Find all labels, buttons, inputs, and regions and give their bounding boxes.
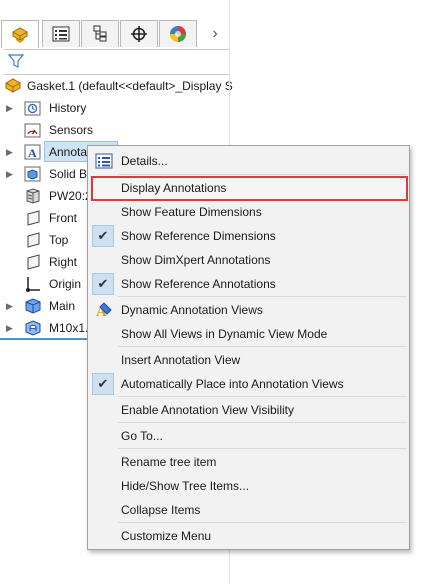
tree-item-label: Origin — [49, 277, 82, 291]
property-manager-tab-icon — [52, 26, 70, 42]
menu-item-auto-place-annotation-views[interactable]: ✔ Automatically Place into Annotation Vi… — [88, 372, 409, 396]
context-menu: Details... Display Annotations Show Feat… — [87, 145, 410, 550]
menu-item-label: Details... — [121, 154, 168, 168]
tab-property-manager[interactable] — [42, 20, 80, 47]
menu-separator — [118, 174, 407, 175]
menu-item-label: Automatically Place into Annotation View… — [121, 377, 344, 391]
more-tabs-chevron-icon[interactable]: › — [204, 23, 226, 45]
menu-item-label: Display Annotations — [121, 181, 227, 195]
history-folder-icon — [24, 101, 41, 116]
solid-bodies-icon — [24, 166, 41, 182]
tab-dimxpert-manager[interactable] — [120, 20, 158, 47]
tree-item-label: Sensors — [49, 123, 94, 137]
menu-item-label: Show All Views in Dynamic View Mode — [121, 327, 328, 341]
tab-configuration-manager[interactable] — [81, 20, 119, 47]
tab-feature-manager[interactable] — [1, 20, 39, 48]
menu-item-label: Show DimXpert Annotations — [121, 253, 271, 267]
menu-item-customize-menu[interactable]: Customize Menu — [88, 524, 409, 548]
tree-item-label: Main — [49, 299, 76, 313]
tree-root-part[interactable]: Gasket.1 (default<<default>_Display S — [4, 76, 233, 96]
checkmark-icon: ✔ — [92, 225, 114, 247]
menu-item-label: Go To... — [121, 429, 163, 443]
menu-item-enable-annotation-view-visibility[interactable]: Enable Annotation View Visibility — [88, 398, 409, 422]
expand-arrow-icon[interactable]: ▶ — [6, 301, 14, 311]
menu-item-collapse-items[interactable]: Collapse Items — [88, 498, 409, 522]
feature-icon — [25, 298, 41, 314]
menu-separator — [118, 296, 407, 297]
origin-icon — [26, 277, 40, 292]
menu-item-label: Show Reference Annotations — [121, 277, 276, 291]
material-icon — [26, 188, 40, 204]
plane-icon — [27, 232, 40, 248]
tree-item-label: Right — [49, 255, 78, 269]
plane-icon — [27, 254, 40, 270]
menu-item-display-annotations[interactable]: Display Annotations — [88, 176, 409, 200]
menu-item-hide-show-tree-items[interactable]: Hide/Show Tree Items... — [88, 474, 409, 498]
menu-item-insert-annotation-view[interactable]: Insert Annotation View — [88, 348, 409, 372]
tree-item-label: History — [49, 101, 87, 115]
annotations-icon: A — [24, 144, 41, 160]
checkmark-icon: ✔ — [92, 373, 114, 395]
part-icon — [5, 78, 21, 93]
tree-item-label: M10x1. — [49, 321, 89, 335]
panel-tab-bar: › — [0, 20, 229, 48]
tree-item-label: Front — [49, 211, 78, 225]
expand-arrow-icon[interactable]: ▶ — [6, 147, 14, 157]
menu-separator — [118, 448, 407, 449]
tree-item-label: Solid B — [49, 167, 88, 181]
tree-filter-bar[interactable] — [4, 49, 229, 75]
configuration-manager-tab-icon — [93, 25, 107, 42]
tree-item-label: Top — [49, 233, 69, 247]
menu-separator — [118, 522, 407, 523]
menu-separator — [118, 396, 407, 397]
tree-item-label: Annota — [49, 145, 88, 159]
menu-separator — [118, 346, 407, 347]
details-icon — [95, 153, 113, 169]
menu-item-show-reference-annotations[interactable]: ✔ Show Reference Annotations — [88, 272, 409, 296]
menu-item-show-all-views-dynamic[interactable]: Show All Views in Dynamic View Mode — [88, 322, 409, 346]
menu-item-go-to[interactable]: Go To... — [88, 424, 409, 448]
menu-item-label: Insert Annotation View — [121, 353, 241, 367]
tree-item-sensors[interactable]: Sensors — [0, 120, 229, 140]
menu-item-label: Collapse Items — [121, 503, 201, 517]
dynamic-annotation-views-icon: A — [96, 302, 112, 319]
hole-feature-icon — [25, 320, 41, 336]
menu-item-label: Show Reference Dimensions — [121, 229, 276, 243]
menu-item-label: Enable Annotation View Visibility — [121, 403, 295, 417]
menu-item-label: Rename tree item — [121, 455, 217, 469]
sensors-icon — [24, 123, 41, 138]
filter-icon — [8, 54, 24, 68]
menu-item-label: Customize Menu — [121, 529, 212, 543]
tab-display-manager[interactable] — [159, 20, 197, 47]
expand-arrow-icon[interactable]: ▶ — [6, 323, 14, 333]
menu-item-details[interactable]: Details... — [88, 149, 409, 173]
menu-item-show-dimxpert-annotations[interactable]: Show DimXpert Annotations — [88, 248, 409, 272]
feature-manager-tab-icon — [12, 26, 28, 43]
checkmark-icon: ✔ — [92, 273, 114, 295]
menu-item-label: Dynamic Annotation Views — [121, 303, 263, 317]
svg-text:A: A — [28, 146, 37, 160]
expand-arrow-icon[interactable]: ▶ — [6, 103, 14, 113]
menu-separator — [118, 422, 407, 423]
menu-item-dynamic-annotation-views[interactable]: A Dynamic Annotation Views — [88, 298, 409, 322]
plane-icon — [27, 210, 40, 226]
expand-arrow-icon[interactable]: ▶ — [6, 169, 14, 179]
tree-item-label: PW20:2 — [49, 189, 92, 203]
menu-item-show-reference-dimensions[interactable]: ✔ Show Reference Dimensions — [88, 224, 409, 248]
dimxpert-manager-tab-icon — [131, 26, 147, 42]
menu-item-label: Hide/Show Tree Items... — [121, 479, 250, 493]
tree-item-history[interactable]: ▶ History — [0, 98, 229, 118]
menu-item-show-feature-dimensions[interactable]: Show Feature Dimensions — [88, 200, 409, 224]
tree-root-label: Gasket.1 (default<<default>_Display S — [27, 79, 233, 93]
display-manager-tab-icon — [170, 26, 186, 42]
menu-item-rename-tree-item[interactable]: Rename tree item — [88, 450, 409, 474]
menu-item-label: Show Feature Dimensions — [121, 205, 262, 219]
